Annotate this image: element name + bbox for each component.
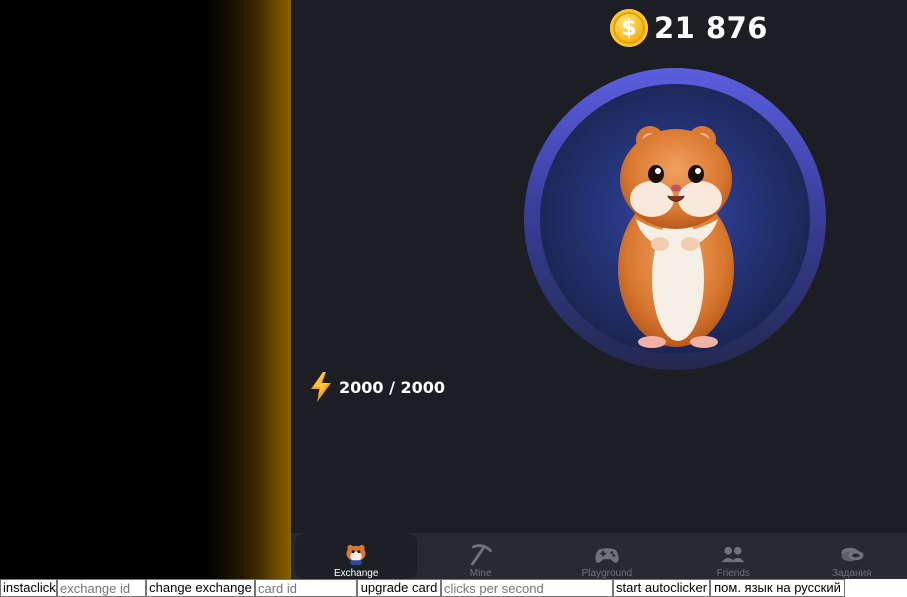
start-autoclicker-button[interactable]: start autoclicker (613, 579, 710, 597)
nav-item-exchange[interactable]: Exchange (295, 533, 418, 579)
card-id-input[interactable] (255, 579, 357, 597)
nav-label-mine: Mine (469, 568, 492, 579)
coins-icon (841, 547, 864, 562)
bottom-nav: Exchange Mine Playground Friends Задания (291, 533, 907, 579)
nav-item-friends[interactable]: Friends (670, 533, 796, 579)
coin-icon: $ (610, 9, 648, 47)
tap-button-inner[interactable] (540, 84, 810, 354)
balance-display: $ 21 876 (610, 8, 768, 48)
nav-item-mine[interactable]: Mine (417, 533, 543, 579)
gamepad-icon (595, 548, 619, 563)
pickaxe-icon (470, 544, 492, 566)
exchange-id-input[interactable] (57, 579, 146, 597)
balance-value: 21 876 (654, 11, 768, 45)
energy-display: 2000 / 2000 (309, 372, 445, 402)
game-screen: $ 21 876 2000 / 2000 Exchange Mine Playg… (291, 0, 907, 579)
nav-label-exchange: Exchange (333, 568, 379, 579)
cheat-toolbar: instaclick change exchange upgrade card … (0, 579, 907, 597)
hamster-icon (346, 544, 366, 566)
instaclick-button[interactable]: instaclick (0, 579, 57, 597)
clicks-per-second-input[interactable] (441, 579, 613, 597)
energy-value: 2000 / 2000 (339, 377, 446, 397)
tap-button[interactable] (524, 68, 826, 370)
upgrade-card-button[interactable]: upgrade card (357, 579, 441, 597)
nav-label-playground: Playground (581, 568, 633, 579)
left-glow-panel (0, 0, 291, 579)
nav-item-playground[interactable]: Playground (544, 533, 670, 579)
friends-icon (721, 546, 745, 563)
hamster-icon[interactable] (540, 84, 810, 354)
russian-language-button[interactable]: пом. язык на русский (710, 579, 845, 597)
nav-label-friends: Friends (716, 568, 750, 579)
page: $ 21 876 2000 / 2000 Exchange Mine Playg… (0, 0, 907, 597)
nav-label-tasks: Задания (831, 568, 872, 579)
lightning-icon (311, 372, 331, 402)
change-exchange-button[interactable]: change exchange (146, 579, 255, 597)
nav-item-tasks[interactable]: Задания (796, 533, 907, 579)
